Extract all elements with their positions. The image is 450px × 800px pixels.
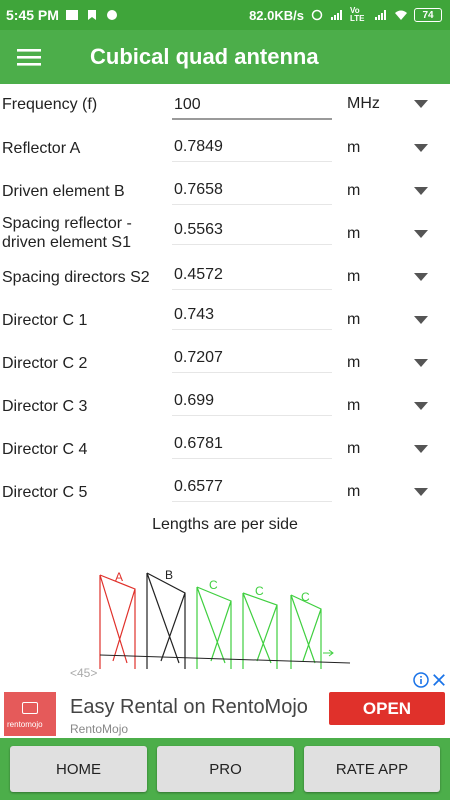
- driven-element-b-input[interactable]: 0.7658: [172, 177, 332, 205]
- director-element: [242, 592, 278, 669]
- lte-label: Vo LTE: [350, 6, 365, 23]
- hotspot-icon: [311, 9, 323, 21]
- dropdown-arrow-icon[interactable]: [414, 488, 428, 496]
- unit-select[interactable]: m: [347, 182, 360, 200]
- frequency-input[interactable]: 100: [172, 92, 332, 120]
- phone-icon: [106, 10, 117, 20]
- notification-icon: [65, 10, 78, 20]
- ad-logo-mark: [22, 702, 38, 714]
- unit-select[interactable]: m: [347, 268, 360, 286]
- unit-select[interactable]: m: [347, 139, 360, 157]
- ad-subtitle: RentoMojo: [70, 722, 129, 736]
- ad-logo-text: rentomojo: [7, 720, 43, 729]
- unit-select[interactable]: m: [347, 397, 360, 415]
- director-c3-input[interactable]: 0.699: [172, 388, 332, 416]
- home-button[interactable]: HOME: [10, 746, 147, 792]
- ad-banner[interactable]: <45> rentomojo Easy Rental on RentoMojo …: [0, 666, 450, 736]
- row-frequency: Frequency (f) 100 MHz: [0, 92, 450, 135]
- director-element: [290, 594, 322, 669]
- antenna-diagram: A B C C C: [99, 568, 351, 669]
- row-label: Director C 2: [2, 355, 88, 372]
- director-c5-input[interactable]: 0.6577: [172, 474, 332, 502]
- row-label: Spacing directors S2: [2, 269, 150, 286]
- row-label: Director C 1: [2, 312, 88, 329]
- director-element: [196, 586, 232, 669]
- director-label: C: [301, 590, 310, 604]
- direction-arrow-icon: [323, 649, 334, 657]
- dropdown-arrow-icon[interactable]: [414, 402, 428, 410]
- row-label: Reflector A: [2, 140, 81, 157]
- row-label: Director C 5: [2, 484, 88, 501]
- hamburger-icon: [17, 49, 41, 66]
- lengths-note: Lengths are per side: [152, 516, 298, 533]
- status-time: 5:45 PM: [6, 7, 59, 23]
- dropdown-arrow-icon[interactable]: [414, 445, 428, 453]
- reflector-a-input[interactable]: 0.7849: [172, 134, 332, 162]
- menu-button[interactable]: [0, 30, 58, 84]
- bookmark-icon: [87, 10, 96, 20]
- driven-label: B: [165, 568, 173, 582]
- unit-select[interactable]: MHz: [347, 95, 380, 113]
- director-label: C: [255, 584, 264, 598]
- row-label: Frequency (f): [2, 96, 98, 113]
- row-spacing-s2: Spacing directors S2 0.4572 m: [0, 263, 450, 306]
- row-director-c3: Director C 3 0.699 m: [0, 392, 450, 435]
- spacing-s2-input[interactable]: 0.4572: [172, 262, 332, 290]
- spacing-s1-input[interactable]: 0.5563: [172, 217, 332, 245]
- dropdown-arrow-icon[interactable]: [414, 359, 428, 367]
- status-right: 82.0KB/s Vo LTE 74: [249, 7, 442, 23]
- row-label: Spacing reflector - driven element S1: [2, 215, 132, 251]
- ad-open-button[interactable]: OPEN: [329, 692, 445, 725]
- row-director-c2: Director C 2 0.7207 m: [0, 349, 450, 392]
- wifi-icon: [395, 10, 407, 20]
- dropdown-arrow-icon[interactable]: [414, 100, 428, 108]
- signal-2-icon: [375, 10, 386, 20]
- rate-app-button[interactable]: RATE APP: [304, 746, 440, 792]
- ad-logo: rentomojo: [4, 692, 56, 736]
- signal-icon: [331, 10, 342, 20]
- battery-icon: 74: [414, 8, 442, 22]
- dropdown-arrow-icon[interactable]: [414, 230, 428, 238]
- status-left: 5:45 PM: [6, 7, 119, 23]
- bottom-bar: HOME PRO RATE APP: [0, 738, 450, 800]
- pro-button[interactable]: PRO: [157, 746, 294, 792]
- status-bar: 5:45 PM 82.0KB/s Vo LTE 74: [0, 0, 450, 30]
- unit-select[interactable]: m: [347, 311, 360, 329]
- director-label: C: [209, 578, 218, 592]
- unit-select[interactable]: m: [347, 354, 360, 372]
- ad-info-icon[interactable]: [413, 672, 429, 688]
- reflector-label: A: [115, 570, 123, 584]
- unit-select[interactable]: m: [347, 483, 360, 501]
- unit-select[interactable]: m: [347, 225, 360, 243]
- unit-select[interactable]: m: [347, 440, 360, 458]
- app-title: Cubical quad antenna: [90, 44, 319, 69]
- row-director-c5: Director C 5 0.6577 m: [0, 478, 450, 521]
- dropdown-arrow-icon[interactable]: [414, 187, 428, 195]
- director-c1-input[interactable]: 0.743: [172, 302, 332, 330]
- dropdown-arrow-icon[interactable]: [414, 144, 428, 152]
- row-director-c1: Director C 1 0.743 m: [0, 306, 450, 349]
- ad-title: Easy Rental on RentoMojo: [70, 696, 308, 718]
- row-director-c4: Director C 4 0.6781 m: [0, 435, 450, 478]
- row-label: Director C 4: [2, 441, 88, 458]
- network-speed: 82.0KB/s: [249, 7, 304, 23]
- app-bar: Cubical quad antenna: [0, 30, 450, 84]
- dropdown-arrow-icon[interactable]: [414, 316, 428, 324]
- row-label: Driven element B: [2, 183, 125, 200]
- ad-close-icon[interactable]: [432, 673, 446, 687]
- ad-top-text: <45>: [70, 666, 98, 680]
- director-c2-input[interactable]: 0.7207: [172, 345, 332, 373]
- row-spacing-s1: Spacing reflector - driven element S1 0.…: [0, 215, 450, 265]
- ad-top-strip: <45>: [0, 666, 450, 690]
- director-c4-input[interactable]: 0.6781: [172, 431, 332, 459]
- dropdown-arrow-icon[interactable]: [414, 273, 428, 281]
- row-label: Director C 3: [2, 398, 88, 415]
- row-reflector-a: Reflector A 0.7849 m: [0, 134, 450, 177]
- driven-element: [146, 572, 186, 669]
